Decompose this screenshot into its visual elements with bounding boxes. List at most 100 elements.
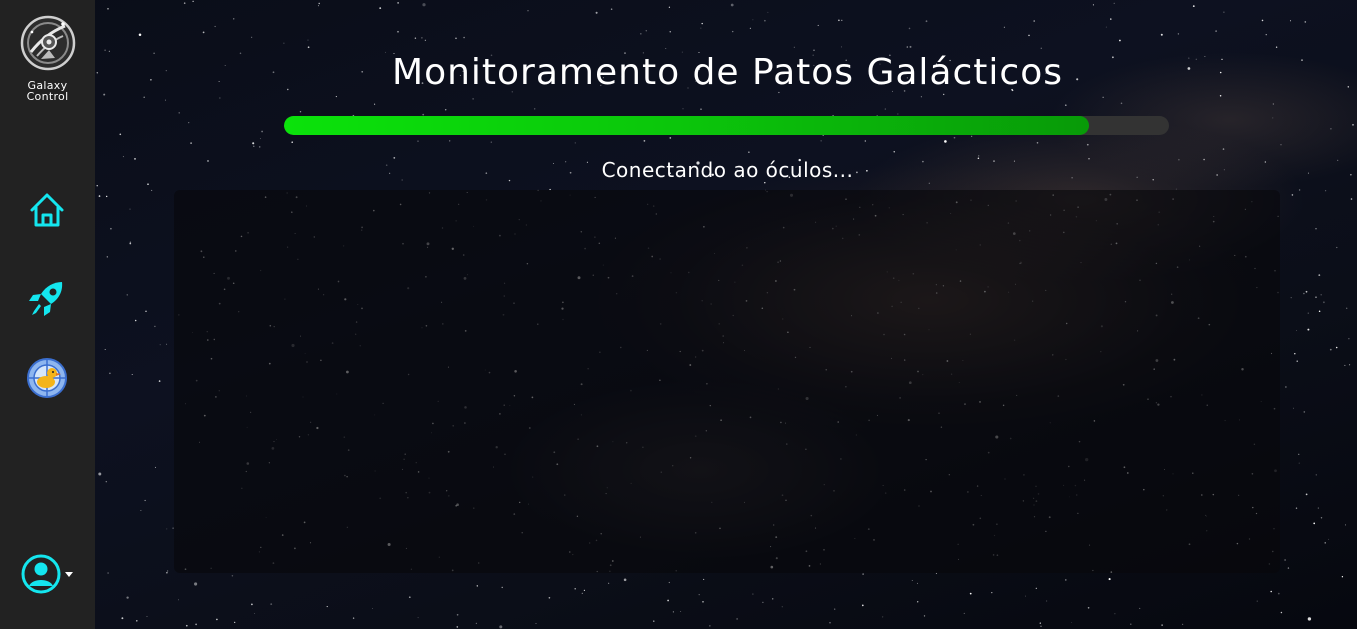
star	[1261, 19, 1264, 22]
star	[534, 108, 536, 110]
star	[665, 47, 667, 49]
star	[736, 618, 738, 620]
star	[1337, 159, 1339, 162]
star	[1318, 310, 1321, 313]
star	[499, 625, 503, 629]
star	[1323, 301, 1325, 304]
star	[1324, 542, 1326, 544]
star	[463, 36, 465, 39]
logo[interactable]: Galaxy Control	[0, 12, 95, 102]
star	[1256, 600, 1258, 602]
star	[667, 599, 669, 602]
star	[764, 19, 766, 22]
star	[935, 572, 937, 575]
star	[1272, 103, 1274, 105]
star	[1347, 86, 1350, 88]
star	[449, 140, 451, 142]
star	[771, 598, 774, 600]
star	[188, 121, 190, 124]
star	[258, 146, 261, 148]
star	[1304, 21, 1307, 23]
star	[455, 37, 457, 40]
star	[1328, 538, 1330, 540]
star	[700, 108, 702, 110]
star	[1219, 95, 1222, 97]
star	[108, 50, 110, 52]
star	[424, 39, 426, 41]
star	[1348, 338, 1350, 340]
star	[953, 136, 956, 139]
star	[195, 623, 197, 626]
star	[1344, 364, 1346, 366]
star	[1177, 33, 1180, 35]
star	[371, 608, 373, 609]
star	[764, 182, 766, 184]
star	[781, 606, 783, 608]
star	[326, 606, 328, 608]
star	[906, 46, 909, 48]
nav-duck-radar[interactable]	[24, 355, 70, 401]
star	[1064, 104, 1067, 107]
app-root: Galaxy Control Monitoramento de Patos Ga…	[0, 0, 1357, 629]
star	[698, 593, 700, 596]
star	[251, 603, 253, 606]
star	[1298, 189, 1301, 191]
star	[1330, 127, 1332, 130]
star	[119, 133, 122, 136]
star	[608, 582, 610, 584]
star	[202, 31, 205, 34]
star	[969, 592, 972, 595]
star	[153, 52, 155, 54]
star	[1105, 26, 1107, 28]
star	[261, 130, 263, 133]
user-menu[interactable]	[20, 552, 76, 596]
star	[731, 30, 734, 33]
star	[1285, 386, 1287, 388]
star	[397, 30, 399, 33]
star	[147, 183, 149, 186]
star	[252, 142, 255, 145]
star	[1040, 625, 1042, 628]
star	[1291, 194, 1294, 196]
star	[126, 294, 128, 296]
star	[1028, 34, 1030, 37]
user-circle-icon	[21, 554, 61, 594]
star	[1293, 407, 1294, 409]
star	[944, 140, 947, 143]
camera-feed-panel	[174, 190, 1280, 573]
star	[527, 10, 529, 12]
star	[583, 589, 586, 592]
nav-home[interactable]	[24, 187, 70, 233]
star	[234, 621, 236, 624]
star	[134, 158, 136, 160]
star	[1181, 623, 1184, 626]
star	[1003, 26, 1005, 28]
star	[107, 8, 109, 10]
star	[548, 596, 551, 599]
star	[414, 37, 417, 39]
star	[166, 528, 168, 530]
star	[925, 20, 928, 23]
star	[475, 622, 478, 625]
star	[129, 241, 132, 243]
star	[165, 69, 167, 72]
nav-rocket[interactable]	[24, 275, 70, 321]
star	[1064, 579, 1067, 581]
star	[908, 27, 911, 30]
star	[1114, 613, 1116, 615]
star	[1315, 474, 1317, 476]
star	[183, 2, 186, 4]
star	[762, 601, 764, 604]
star	[131, 373, 133, 376]
star	[1350, 174, 1352, 176]
star	[134, 319, 137, 322]
star	[1222, 148, 1225, 150]
star	[138, 33, 142, 36]
star	[307, 46, 310, 49]
star	[1352, 124, 1354, 126]
star	[98, 195, 101, 197]
star	[1315, 296, 1317, 298]
star	[270, 603, 273, 605]
star	[1046, 600, 1048, 602]
star	[103, 93, 106, 96]
